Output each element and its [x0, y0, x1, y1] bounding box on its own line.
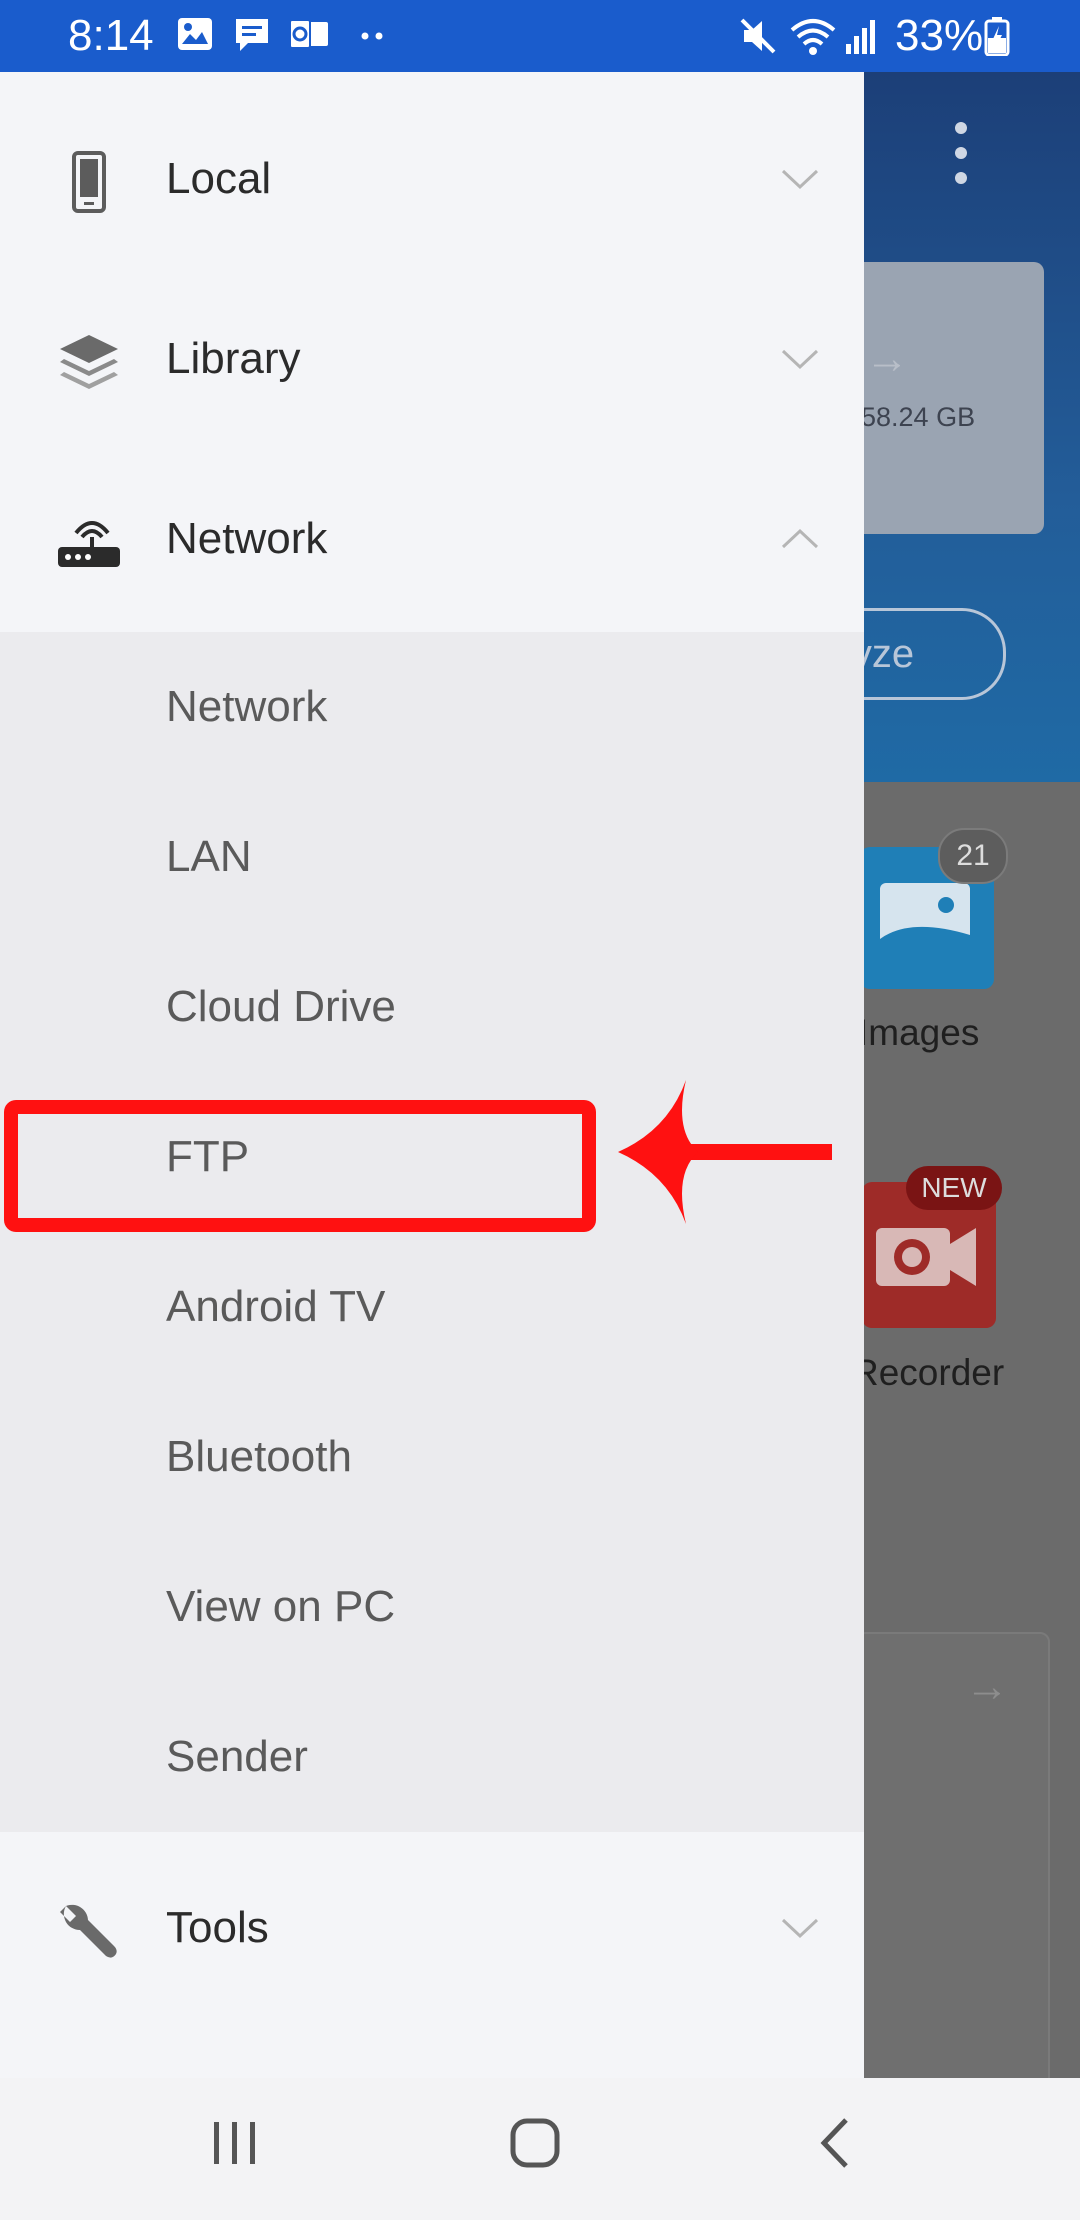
drawer-item-label: Library	[166, 334, 301, 383]
highlight-box	[4, 1100, 596, 1232]
submenu-item-cloud-drive[interactable]: Cloud Drive	[0, 932, 864, 1082]
recents-icon[interactable]	[200, 2108, 270, 2178]
recorder-label: Recorder	[852, 1352, 1005, 1393]
drawer-item-network[interactable]: Network	[0, 449, 864, 629]
submenu-item-label: View on PC	[166, 1582, 396, 1631]
layers-icon	[60, 335, 118, 389]
signal-icon	[846, 20, 875, 54]
status-bar: 8:14 33%	[0, 0, 1080, 72]
submenu-item-label: Sender	[166, 1732, 308, 1781]
submenu-item-android-tv[interactable]: Android TV	[0, 1232, 864, 1382]
submenu-item-label: Bluetooth	[166, 1432, 352, 1481]
submenu-item-sender[interactable]: Sender	[0, 1682, 864, 1832]
drawer-item-tools[interactable]: Tools	[0, 1838, 864, 2018]
back-icon[interactable]	[802, 2108, 872, 2178]
overflow-menu-icon	[955, 122, 969, 197]
system-navigation-bar	[0, 2078, 1080, 2220]
drawer-item-label: Network	[166, 514, 328, 563]
drawer-item-local[interactable]: Local	[0, 89, 864, 269]
drawer-item-label: Tools	[166, 1903, 269, 1952]
images-label: Images	[858, 1012, 980, 1053]
chevron-down-icon[interactable]	[780, 1908, 820, 1948]
drawer-item-label: Local	[166, 154, 272, 203]
background-card	[856, 1632, 1050, 2096]
image-icon	[178, 18, 212, 50]
arrow-right-icon: →	[865, 334, 909, 383]
chevron-down-icon[interactable]	[780, 159, 820, 199]
chevron-down-icon[interactable]	[780, 339, 820, 379]
submenu-item-view-on-pc[interactable]: View on PC	[0, 1532, 864, 1682]
submenu-item-bluetooth[interactable]: Bluetooth	[0, 1382, 864, 1532]
phone-icon	[72, 151, 106, 213]
submenu-item-label: Network	[166, 682, 328, 731]
router-icon	[58, 521, 120, 567]
outlook-icon	[289, 19, 328, 49]
dots-icon	[361, 32, 383, 40]
battery-percent: 33%	[895, 11, 984, 60]
home-icon[interactable]	[500, 2108, 570, 2178]
navigation-drawer: Local Library Network Network LAN Cloud …	[0, 72, 864, 2078]
mute-icon	[740, 18, 776, 54]
status-time: 8:14	[68, 11, 154, 60]
new-badge: NEW	[906, 1166, 1002, 1210]
annotation-arrow-icon	[618, 1080, 832, 1224]
drawer-item-library[interactable]: Library	[0, 269, 864, 449]
wifi-icon	[790, 19, 836, 55]
submenu-item-label: Cloud Drive	[166, 982, 396, 1031]
submenu-item-network[interactable]: Network	[0, 632, 864, 782]
arrow-right-icon: →	[965, 1662, 1009, 1711]
submenu-item-lan[interactable]: LAN	[0, 782, 864, 932]
chevron-up-icon[interactable]	[780, 519, 820, 559]
battery-icon	[984, 17, 1010, 56]
wrench-icon	[60, 1904, 117, 1958]
message-icon	[236, 19, 268, 51]
network-submenu: Network LAN Cloud Drive FTP Android TV B…	[0, 632, 864, 1832]
storage-text: / 58.24 GB	[846, 402, 976, 432]
images-count-badge: 21	[938, 828, 1008, 884]
submenu-item-label: Android TV	[166, 1282, 386, 1331]
submenu-item-label: LAN	[166, 832, 252, 881]
